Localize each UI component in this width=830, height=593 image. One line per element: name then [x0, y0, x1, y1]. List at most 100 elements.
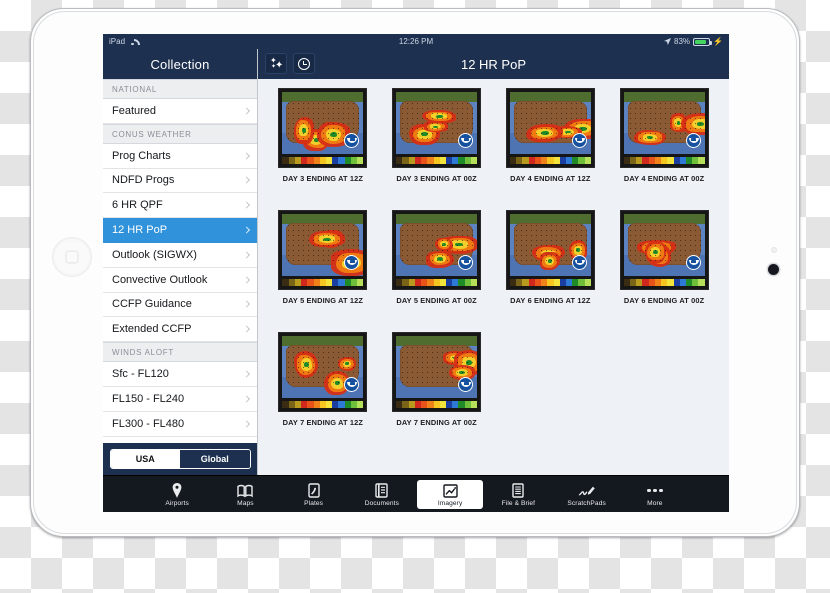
map-colorbar [282, 157, 364, 164]
segment-usa[interactable]: USA [110, 450, 180, 468]
noaa-logo-icon [685, 255, 701, 270]
tab-airports[interactable]: Airports [144, 480, 210, 509]
imagery-grid-item[interactable]: DAY 7 ENDING AT 12Z [266, 333, 380, 455]
imagery-grid-item[interactable]: DAY 4 ENDING AT 12Z [494, 89, 608, 211]
precip-probability-contour [299, 124, 309, 137]
precip-probability-contour [652, 246, 661, 250]
imagery-thumbnail[interactable] [393, 333, 481, 411]
imagery-grid: DAY 3 ENDING AT 12Z DAY 3 ENDING AT 00Z DA… [258, 79, 729, 475]
tab-plates[interactable]: Plates [281, 480, 347, 509]
colorbar-swatch [470, 279, 478, 286]
precip-probability-contour [649, 244, 671, 267]
precip-probability-contour [544, 251, 552, 255]
imagery-thumbnail[interactable] [279, 211, 367, 289]
lightning-bolt-icon: ⚡ [713, 37, 723, 46]
precip-probability-contour [535, 247, 561, 260]
precip-probability-contour [440, 241, 449, 248]
sidebar-section-header: CONUS WEATHER [103, 123, 257, 144]
tab-file-brief[interactable]: File & Brief [485, 480, 551, 509]
imagery-thumbnail[interactable] [506, 211, 594, 289]
imagery-thumbnail[interactable] [620, 89, 708, 167]
sidebar-item-convective-outlook[interactable]: Convective Outlook [103, 267, 257, 293]
imagery-thumbnail[interactable] [393, 89, 481, 167]
precip-probability-contour [657, 253, 663, 258]
precip-probability-contour [579, 126, 587, 131]
sidebar-item-prog-charts[interactable]: Prog Charts [103, 143, 257, 169]
tab-label: Airports [165, 499, 189, 507]
precip-probability-contour [442, 243, 446, 246]
region-segmented-control[interactable]: USA Global [109, 449, 251, 469]
ipad-device: iPad 12:26 PM 83% ⚡ Collection NATIONAL F… [30, 8, 800, 537]
tab-documents[interactable]: Documents [349, 480, 415, 509]
plate-document-icon [307, 483, 320, 499]
imagery-caption: DAY 3 ENDING AT 00Z [396, 174, 477, 183]
sidebar-item-ccfp-guidance[interactable]: CCFP Guidance [103, 292, 257, 318]
sidebar-item-fl300-fl480[interactable]: FL300 - FL480 [103, 411, 257, 437]
page-title: 12 HR PoP [460, 56, 527, 72]
sidebar-item-extended-ccfp[interactable]: Extended CCFP [103, 317, 257, 343]
ambient-light-sensor-icon [770, 247, 777, 253]
sidebar-item-label: FL150 - FL240 [112, 392, 185, 405]
sidebar-item-12-hr-pop[interactable]: 12 HR PoP [103, 218, 257, 243]
imagery-thumbnail[interactable] [620, 211, 708, 289]
imagery-grid-item[interactable]: DAY 6 ENDING AT 12Z [494, 211, 608, 333]
home-button[interactable] [52, 237, 92, 277]
imagery-caption: DAY 4 ENDING AT 12Z [510, 174, 591, 183]
precip-probability-contour [306, 132, 326, 149]
imagery-grid-item[interactable]: DAY 3 ENDING AT 00Z [380, 89, 494, 211]
precip-probability-contour [340, 358, 354, 369]
location-arrow-icon [664, 38, 672, 45]
tab-bar[interactable]: Airports Maps Plates Documents Imagery File &… [103, 475, 729, 512]
precip-probability-contour [300, 358, 312, 372]
precip-probability-contour [337, 356, 357, 371]
imagery-thumbnail[interactable] [279, 333, 367, 411]
segment-global[interactable]: Global [180, 450, 250, 468]
sidebar-list[interactable]: NATIONAL Featured CONUS WEATHER Prog Charts… [103, 79, 257, 443]
map-colorbar [396, 279, 478, 286]
imagery-thumbnail[interactable] [393, 211, 481, 289]
colorbar-swatch [470, 157, 478, 164]
chevron-right-icon [242, 370, 251, 378]
imagery-thumbnail[interactable] [506, 89, 594, 167]
precip-probability-contour [426, 111, 452, 121]
chevron-right-icon [242, 276, 251, 284]
tab-more[interactable]: More [622, 480, 688, 509]
detail-pane: ✦ ✦ ✦ 12 HR PoP DAY 3 ENDING AT 12Z DAY 3 E… [258, 49, 729, 475]
imagery-grid-item[interactable]: DAY 6 ENDING AT 00Z [607, 211, 721, 333]
precip-probability-contour [669, 113, 687, 133]
precip-probability-contour [330, 131, 337, 138]
precip-probability-contour [426, 122, 445, 131]
imagery-grid-item[interactable]: DAY 3 ENDING AT 12Z [266, 89, 380, 211]
precip-probability-contour [430, 124, 442, 130]
imagery-caption: DAY 3 ENDING AT 12Z [282, 174, 364, 183]
chevron-right-icon [242, 300, 251, 309]
precip-probability-contour [331, 377, 343, 389]
imagery-grid-item[interactable]: DAY 5 ENDING AT 12Z [266, 211, 380, 333]
sidebar-item-6-hr-qpf[interactable]: 6 HR QPF [103, 193, 257, 219]
tab-imagery[interactable]: Imagery [417, 480, 484, 509]
conus-weather-map [623, 214, 705, 276]
conus-weather-map [396, 214, 478, 276]
precip-probability-contour [676, 120, 680, 125]
imagery-grid-item[interactable]: DAY 7 ENDING AT 00Z [380, 333, 494, 455]
sidebar-item-outlook-sigwx[interactable]: Outlook (SIGWX) [103, 242, 257, 268]
tab-scratchpads[interactable]: ScratchPads [554, 480, 620, 509]
home-button-square-icon [65, 250, 79, 264]
precip-probability-contour [644, 240, 667, 264]
precip-probability-contour [294, 351, 319, 379]
tab-label: File & Brief [501, 499, 536, 507]
sidebar-item-sfc-fl120[interactable]: Sfc - FL120 [103, 362, 257, 387]
sidebar-item-ndfd-progs[interactable]: NDFD Progs [103, 168, 257, 194]
precip-probability-contour [433, 125, 439, 128]
precip-probability-contour [647, 243, 664, 261]
sidebar-item-fl150-fl240[interactable]: FL150 - FL240 [103, 386, 257, 412]
imagery-grid-item[interactable]: DAY 5 ENDING AT 00Z [380, 211, 494, 333]
imagery-thumbnail[interactable] [279, 89, 367, 167]
imagery-caption: DAY 4 ENDING AT 00Z [623, 174, 705, 183]
imagery-grid-item[interactable]: DAY 4 ENDING AT 00Z [607, 89, 721, 211]
file-brief-icon [512, 483, 525, 499]
sidebar-item-label: 12 HR PoP [112, 224, 168, 237]
precip-probability-contour [547, 259, 552, 263]
tab-maps[interactable]: Maps [212, 480, 278, 509]
sidebar-item-featured[interactable]: Featured [103, 99, 257, 124]
